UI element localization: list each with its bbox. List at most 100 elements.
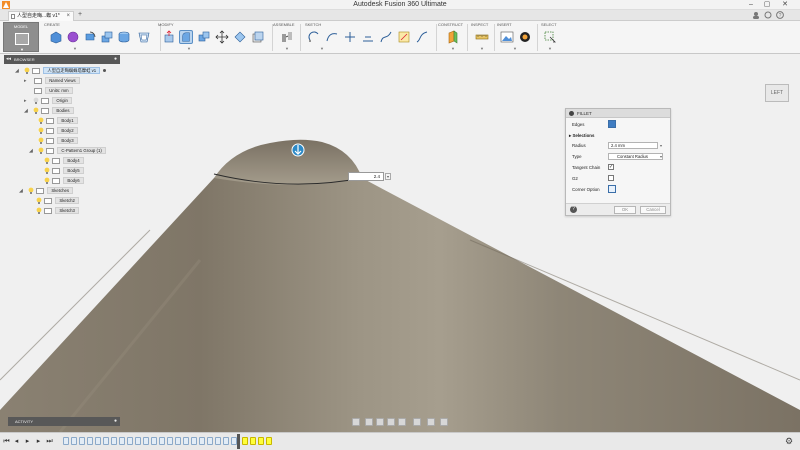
visibility-bulb-icon[interactable] <box>36 207 42 215</box>
create-menu-chevron-icon[interactable]: ▼ <box>73 46 77 51</box>
new-component-icon[interactable] <box>49 30 63 44</box>
type-select-chevron-icon[interactable]: ▾ <box>660 154 662 159</box>
pan-icon[interactable] <box>376 418 384 426</box>
insert-decal-icon[interactable] <box>518 30 532 44</box>
tree-node-body1[interactable]: Body1 <box>38 117 78 126</box>
sketch-spline-icon[interactable] <box>379 30 393 44</box>
press-pull-icon[interactable] <box>162 30 176 44</box>
tree-root-node[interactable]: ◢ 人型自走晦蜘蛛塔摩蛙 v1 <box>15 67 107 76</box>
timeline-feature[interactable] <box>167 437 173 445</box>
help-icon[interactable]: ? <box>776 11 784 19</box>
timeline-feature-highlighted[interactable] <box>266 437 272 445</box>
timeline-feature[interactable] <box>183 437 189 445</box>
construct-menu-chevron-icon[interactable]: ▼ <box>451 46 455 51</box>
timeline-feature[interactable] <box>127 437 133 445</box>
revolve-tool-icon[interactable] <box>83 30 97 44</box>
sphere-tool-icon[interactable] <box>66 30 80 44</box>
timeline-feature[interactable] <box>191 437 197 445</box>
dialog-collapse-icon[interactable] <box>569 111 574 116</box>
push-arrow-manipulator-icon[interactable] <box>291 143 305 157</box>
timeline-feature[interactable] <box>119 437 125 445</box>
visibility-bulb-icon[interactable] <box>38 147 44 155</box>
notification-icon[interactable] <box>764 11 772 19</box>
combine-tool-icon[interactable] <box>197 30 211 44</box>
close-tab-icon[interactable]: × <box>66 12 70 21</box>
tree-node-body4[interactable]: Body4 <box>44 157 84 166</box>
canvas-viewport[interactable]: LEFT <box>0 54 800 432</box>
sketch-arc-icon[interactable] <box>307 30 321 44</box>
sketch-text-icon[interactable] <box>397 30 411 44</box>
cylinder-tool-icon[interactable] <box>117 30 131 44</box>
tree-node-body3[interactable]: Body3 <box>38 137 78 146</box>
sketch-curve-icon[interactable] <box>325 30 339 44</box>
timeline-feature[interactable] <box>215 437 221 445</box>
grid-settings-icon[interactable] <box>427 418 435 426</box>
timeline-feature-highlighted[interactable] <box>242 437 248 445</box>
pin-icon[interactable]: ● <box>114 417 117 426</box>
tree-node-pattern-group[interactable]: ◢ C-Pattern1 Group (1) <box>29 147 106 156</box>
corner-option-setback-icon[interactable] <box>608 185 616 193</box>
tree-node-origin[interactable]: ▸ Origin <box>24 97 72 106</box>
joint-tool-icon[interactable] <box>280 30 294 44</box>
tree-node-body5[interactable]: Body5 <box>44 167 84 176</box>
radius-field-chevron-icon[interactable]: ▾ <box>660 143 662 148</box>
timeline-feature[interactable] <box>87 437 93 445</box>
tangent-chain-checkbox[interactable]: ✓ <box>608 164 614 170</box>
expand-icon[interactable]: ▸ <box>24 77 27 85</box>
select-tool-icon[interactable] <box>543 30 557 44</box>
timeline-feature[interactable] <box>223 437 229 445</box>
sketch-offset-icon[interactable] <box>361 30 375 44</box>
visibility-bulb-icon[interactable] <box>33 107 39 115</box>
expand-icon[interactable]: ▸ <box>24 97 27 105</box>
visibility-bulb-icon[interactable] <box>36 197 42 205</box>
visibility-bulb-icon[interactable] <box>28 187 34 195</box>
type-select[interactable]: Constant Radius <box>608 153 663 160</box>
tree-node-body6[interactable]: Body6 <box>44 177 84 186</box>
measure-tool-icon[interactable] <box>475 30 489 44</box>
tree-node-sketch3[interactable]: Sketch3 <box>36 207 79 216</box>
collapse-icon[interactable]: ◢ <box>19 187 23 195</box>
go-to-start-icon[interactable]: ⏮ <box>3 437 10 446</box>
look-at-icon[interactable] <box>365 418 373 426</box>
timeline-feature[interactable] <box>95 437 101 445</box>
tree-node-body2[interactable]: Body2 <box>38 127 78 136</box>
scale-tool-icon[interactable] <box>251 30 265 44</box>
radius-chevron-icon[interactable]: ▾ <box>385 173 391 180</box>
activity-panel-header[interactable]: ACTIVITY ● <box>8 417 120 426</box>
timeline-settings-gear-icon[interactable]: ⚙ <box>785 436 795 446</box>
inspect-menu-chevron-icon[interactable]: ▼ <box>480 46 484 51</box>
visibility-bulb-icon[interactable] <box>44 167 50 175</box>
timeline-feature[interactable] <box>207 437 213 445</box>
ok-button[interactable]: OK <box>614 206 636 214</box>
timeline-feature[interactable] <box>103 437 109 445</box>
display-settings-icon[interactable] <box>413 418 421 426</box>
workspace-switcher[interactable]: MODEL ▼ <box>3 22 39 52</box>
timeline-feature[interactable] <box>151 437 157 445</box>
orbit-icon[interactable] <box>352 418 360 426</box>
assemble-menu-chevron-icon[interactable]: ▼ <box>285 46 289 51</box>
document-tab[interactable]: 人型自走晦...蜘 v1* × <box>8 11 74 21</box>
timeline-feature[interactable] <box>79 437 85 445</box>
visibility-bulb-icon[interactable] <box>33 97 39 105</box>
cancel-button[interactable]: Cancel <box>640 206 666 214</box>
modify-menu-chevron-icon[interactable]: ▼ <box>187 46 191 51</box>
tree-node-named-views[interactable]: ▸ Named Views <box>24 77 80 86</box>
collapse-panel-icon[interactable]: ◂◂ <box>6 55 11 64</box>
move-tool-icon[interactable] <box>215 30 229 44</box>
timeline-feature[interactable] <box>71 437 77 445</box>
fit-icon[interactable] <box>398 418 406 426</box>
extrude-tool-icon[interactable] <box>100 30 114 44</box>
expand-icon[interactable]: ◢ <box>15 67 19 75</box>
construct-plane-icon[interactable] <box>446 30 460 44</box>
tree-node-bodies[interactable]: ◢ Bodies <box>24 107 74 116</box>
insert-image-icon[interactable] <box>500 30 514 44</box>
radius-field[interactable]: 2.4 mm <box>608 142 658 149</box>
tree-node-units[interactable]: Units: mm <box>33 87 73 96</box>
timeline-feature[interactable] <box>111 437 117 445</box>
add-tab-icon[interactable]: + <box>78 11 82 18</box>
visibility-bulb-icon[interactable] <box>38 137 44 145</box>
collapse-icon[interactable]: ◢ <box>24 107 28 115</box>
view-cube[interactable]: LEFT <box>765 84 789 102</box>
timeline-feature-highlighted[interactable] <box>250 437 256 445</box>
timeline-feature[interactable] <box>143 437 149 445</box>
